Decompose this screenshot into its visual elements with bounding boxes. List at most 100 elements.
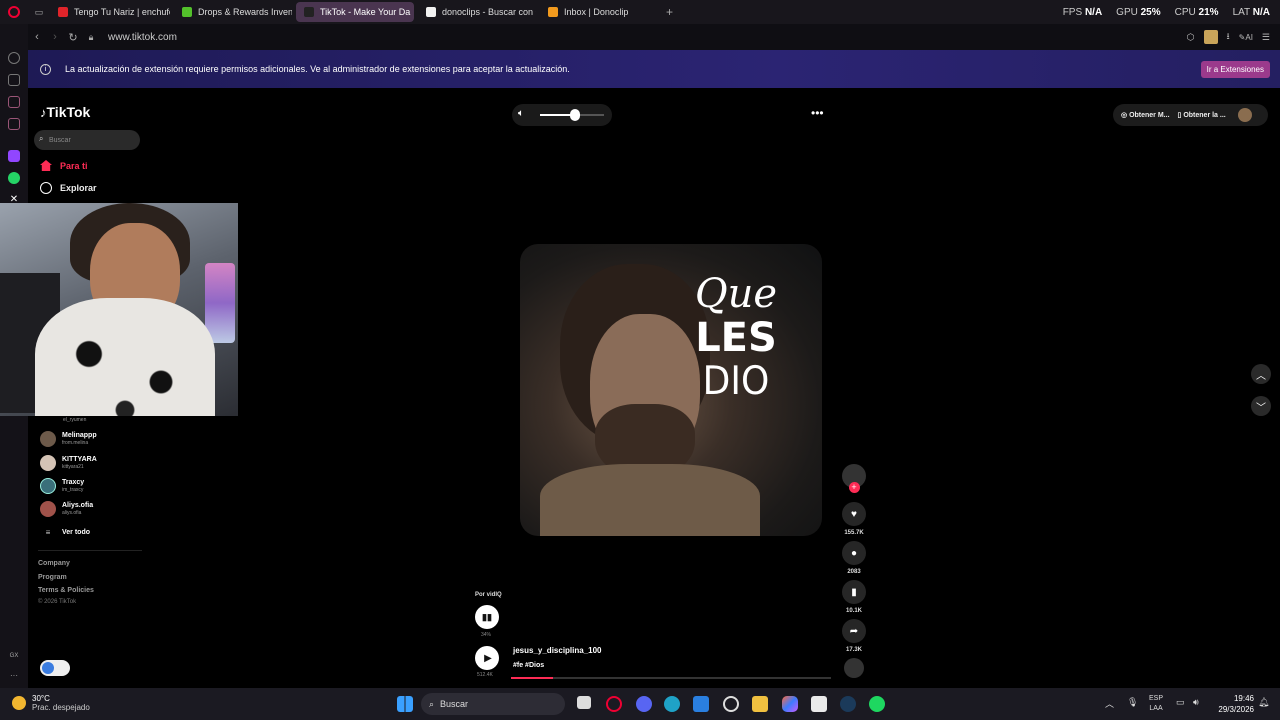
microphone-icon[interactable]: 🎙︎ — [1127, 697, 1138, 708]
video-progress-fill — [511, 677, 553, 679]
lock-icon: 🔒︎ — [88, 31, 94, 42]
tiktok-logo-text: TikTok — [46, 104, 91, 120]
volume-tray-icon[interactable]: 🔊︎ — [1193, 697, 1199, 708]
opera-logo-icon[interactable] — [0, 6, 28, 18]
video-author[interactable]: jesus_y_disciplina_100 — [513, 646, 602, 655]
avatar — [40, 501, 56, 517]
more-icon[interactable]: ··· — [8, 670, 20, 682]
twitch-icon[interactable] — [8, 150, 20, 162]
discord-icon[interactable] — [636, 696, 652, 712]
previous-video-button[interactable]: ︿ — [1251, 364, 1271, 384]
vidiq-stats-button[interactable]: ▮▮ — [475, 605, 499, 629]
weather-sun-icon — [12, 696, 26, 710]
footer-program[interactable]: Program — [38, 574, 67, 581]
music-disc-icon[interactable] — [841, 658, 867, 678]
store-icon[interactable] — [811, 696, 827, 712]
tab-label: Drops & Rewards Invento — [198, 7, 292, 17]
url-field[interactable]: www.tiktok.com — [108, 32, 177, 43]
extension-notification: i La actualización de extensión requiere… — [28, 50, 1280, 88]
get-coins-button[interactable]: ◎ Obtener M... — [1121, 111, 1170, 119]
extensions-icon[interactable]: ⬡ — [1187, 32, 1195, 43]
ai-icon[interactable]: ✎AI — [1239, 33, 1253, 42]
task-view-icon[interactable] — [577, 696, 591, 709]
following-account[interactable]: KITTYARA kittyara21 — [40, 455, 97, 471]
back-icon[interactable]: ‹ — [28, 31, 46, 43]
browser-tab[interactable]: Tengo Tu Nariz | enchufet — [50, 2, 170, 22]
steam-icon[interactable] — [840, 696, 856, 712]
more-options-icon[interactable]: ••• — [811, 106, 824, 120]
save-button[interactable]: ▮ 10.1K — [841, 580, 867, 614]
network-icon[interactable]: ▭ — [1176, 697, 1185, 708]
following-account[interactable]: Traxcy im_traxcy — [40, 478, 84, 494]
tab-label: Tengo Tu Nariz | enchufet — [74, 7, 170, 17]
forward-icon[interactable]: › — [46, 31, 64, 43]
gx-settings-icon[interactable]: GX — [8, 650, 20, 662]
footer-terms[interactable]: Terms & Policies — [38, 587, 94, 594]
notifications-bell-icon[interactable]: 🔔︎ — [1258, 697, 1269, 708]
user-avatar[interactable] — [1237, 108, 1252, 122]
weather-widget[interactable]: 30°C Prac. despejado — [12, 694, 90, 712]
video-tags[interactable]: #fe #Dios — [513, 662, 544, 669]
language-indicator[interactable]: ESP LAA — [1149, 694, 1163, 714]
follow-plus-icon[interactable]: + — [848, 482, 860, 493]
profile-avatar-icon[interactable] — [1203, 30, 1218, 44]
like-button[interactable]: ♥ 155.7K — [841, 502, 867, 536]
new-tab-button[interactable]: + — [666, 5, 673, 19]
following-account[interactable]: Aliys.ofia aliys.ofia — [40, 501, 93, 517]
footer-company[interactable]: Company — [38, 560, 70, 567]
whatsapp-icon[interactable] — [8, 172, 20, 184]
file-explorer-icon[interactable] — [752, 696, 768, 712]
windows-start-icon[interactable] — [397, 696, 413, 712]
gpu-stat: GPU 25% — [1116, 6, 1161, 18]
tab-overview-icon[interactable]: ▭ — [28, 7, 50, 18]
pinboard-icon[interactable] — [8, 96, 20, 108]
share-button[interactable]: ➦ 17.3K — [841, 619, 867, 653]
browser-tab[interactable]: TikTok - Make Your Da — [296, 2, 414, 22]
tiktok-logo[interactable]: ♪TikTok — [40, 104, 90, 120]
volume-track[interactable] — [540, 109, 604, 121]
address-bar: ‹ › ↻ 🔒︎ www.tiktok.com ⬡ ⭳ ✎AI ☰ — [28, 24, 1280, 50]
following-account[interactable]: Melinappp from.melina — [40, 431, 97, 447]
browser-tab[interactable]: Drops & Rewards Invento — [174, 2, 292, 22]
tray-chevron-up-icon[interactable]: ︿ — [1105, 697, 1114, 710]
notification-text: La actualización de extensión requiere p… — [65, 64, 570, 74]
see-all-link[interactable]: ≡ Ver todo — [40, 528, 90, 537]
copilot-icon[interactable] — [782, 696, 798, 712]
menu-icon[interactable]: ☰ — [1262, 32, 1270, 43]
browser-tab[interactable]: donoclips - Buscar con G — [418, 2, 536, 22]
video-progress-track[interactable] — [511, 677, 831, 679]
messenger-icon[interactable] — [8, 118, 20, 130]
obs-icon[interactable] — [723, 696, 739, 712]
divider — [38, 550, 142, 551]
volume-knob[interactable] — [570, 109, 581, 121]
search-icon: ⌕ — [429, 698, 435, 709]
volume-control[interactable]: 🔈︎ — [512, 104, 612, 126]
floating-toggle[interactable] — [40, 660, 70, 676]
get-app-button[interactable]: ▯ Obtener la ... — [1178, 111, 1226, 119]
reload-icon[interactable]: ↻ — [64, 31, 82, 44]
home-icon — [40, 160, 52, 171]
speaker-icon[interactable]: 🔈︎ — [518, 108, 524, 119]
spotify-icon[interactable] — [869, 696, 885, 712]
go-to-extensions-button[interactable]: Ir a Extensiones — [1200, 61, 1270, 78]
comment-button[interactable]: ● 2083 — [841, 541, 867, 575]
taskbar-search[interactable]: ⌕ Buscar — [421, 693, 565, 715]
bookmarks-icon[interactable] — [8, 74, 20, 86]
clock[interactable]: 19:46 29/3/2026 — [1212, 693, 1254, 715]
view-count: 512.4K — [477, 672, 493, 678]
creator-avatar[interactable]: + — [841, 464, 867, 493]
history-icon[interactable] — [8, 52, 20, 64]
play-button[interactable]: ▶ — [475, 646, 499, 670]
download-icon[interactable]: ⭳ — [1227, 29, 1230, 45]
tiktok-search-input[interactable]: ⌕ Buscar — [34, 130, 140, 150]
nav-explore[interactable]: Explorar — [40, 182, 97, 194]
next-video-button[interactable]: ﹀ — [1251, 396, 1271, 416]
nav-for-you[interactable]: Para ti — [40, 160, 88, 171]
opera-gx-taskbar-icon[interactable] — [606, 696, 622, 712]
mail-icon[interactable] — [693, 696, 709, 712]
edge-icon[interactable] — [664, 696, 680, 712]
bookmark-icon: ▮ — [851, 586, 857, 598]
phone-icon: ▯ — [1177, 112, 1182, 119]
webcam-overlay — [0, 203, 238, 416]
browser-tab[interactable]: Inbox | Donoclip — [540, 2, 658, 22]
